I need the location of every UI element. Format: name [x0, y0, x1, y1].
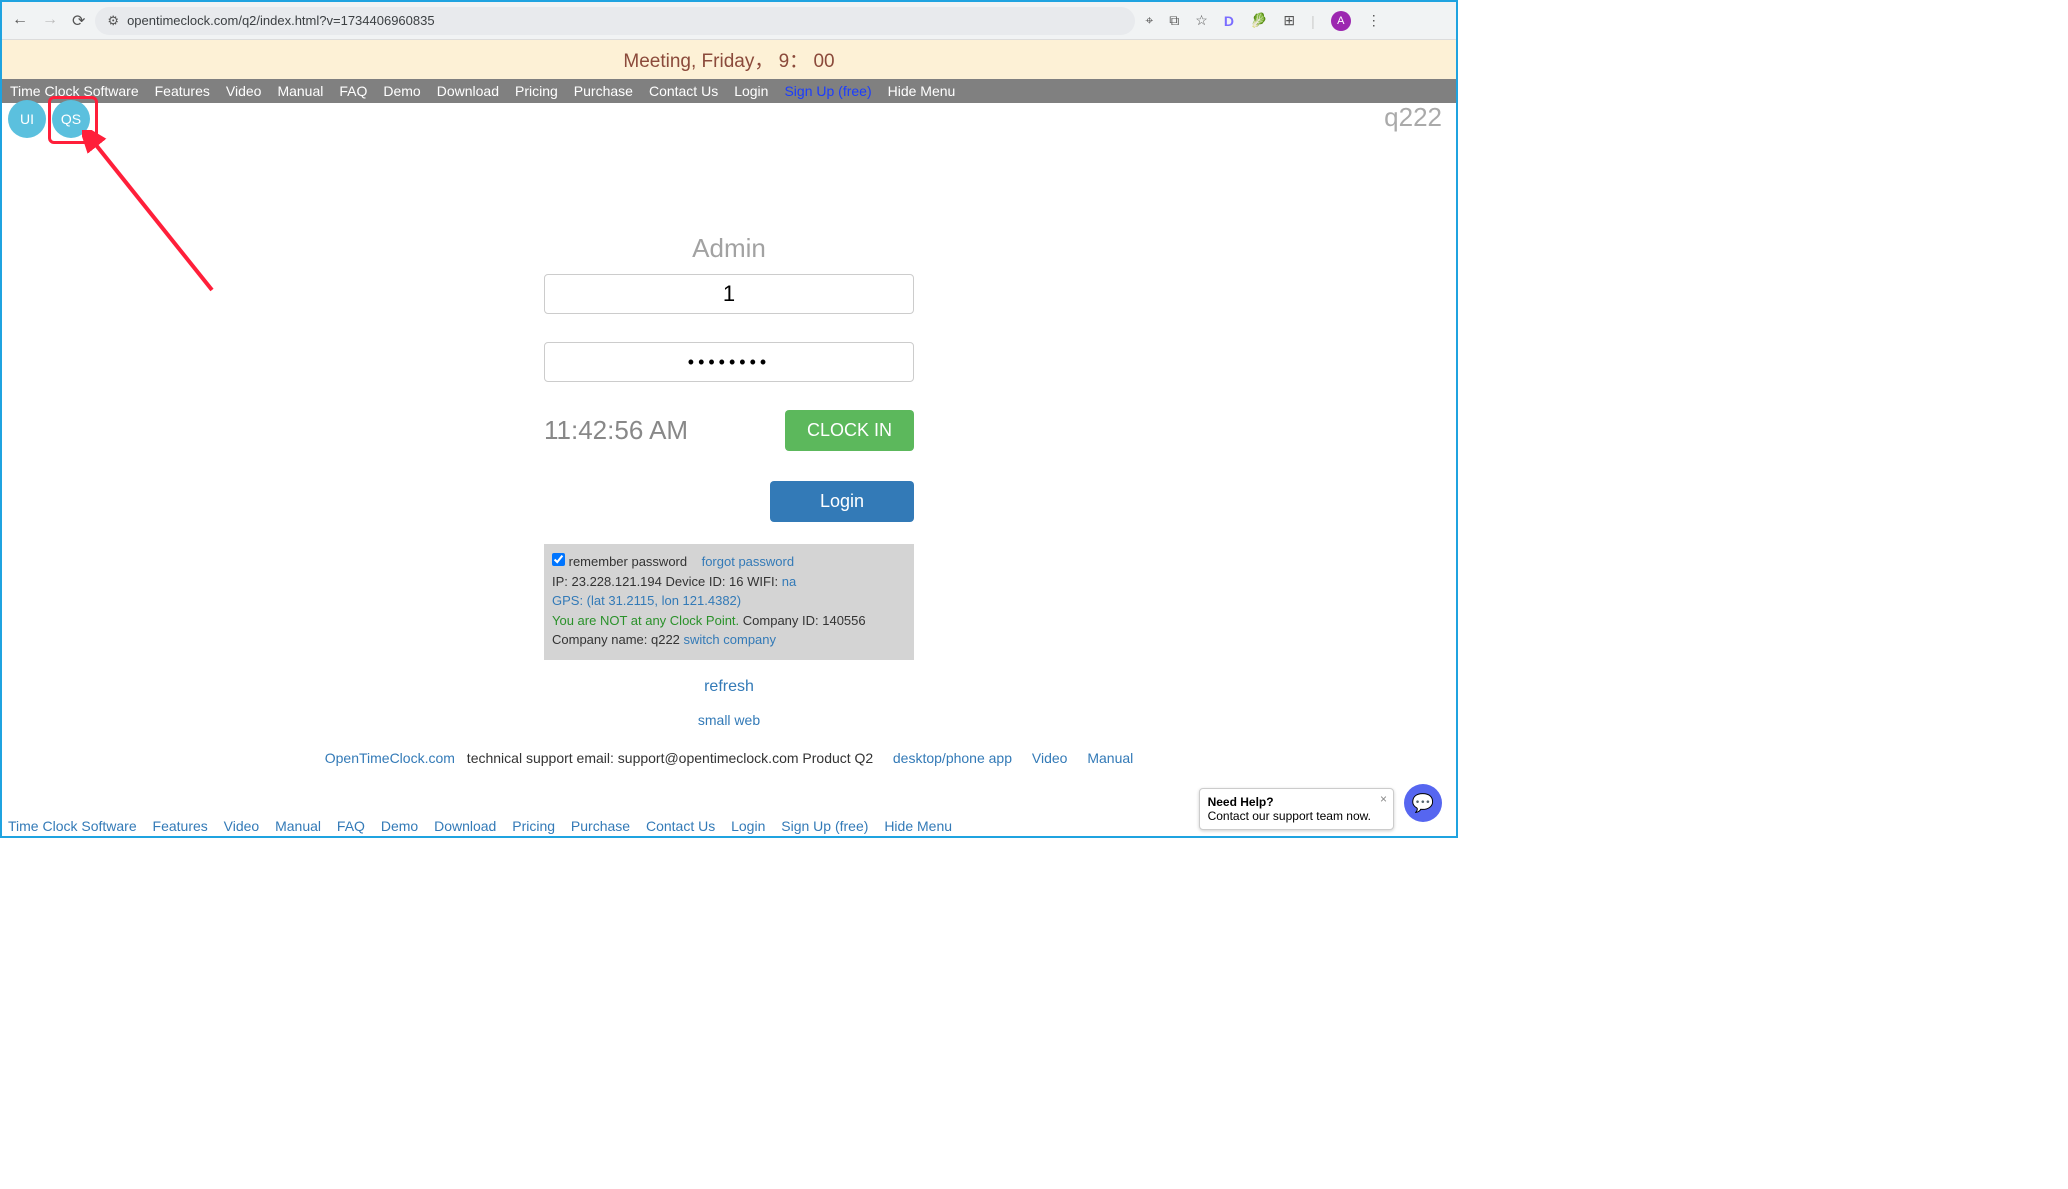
bm-contact-us[interactable]: Contact Us	[646, 818, 715, 834]
ip-device-line: IP: 23.228.121.194 Device ID: 16 WIFI:	[552, 574, 782, 589]
forgot-password-link[interactable]: forgot password	[702, 554, 795, 569]
menu-hide[interactable]: Hide Menu	[888, 83, 956, 99]
bm-video[interactable]: Video	[224, 818, 260, 834]
profile-avatar[interactable]: A	[1331, 11, 1351, 31]
otc-link[interactable]: OpenTimeClock.com	[325, 750, 455, 766]
menu-login[interactable]: Login	[734, 83, 768, 99]
ext-d-icon[interactable]: D	[1224, 13, 1234, 29]
small-web-link[interactable]: small web	[698, 712, 760, 728]
menu-faq[interactable]: FAQ	[339, 83, 367, 99]
star-icon[interactable]: ☆	[1195, 12, 1208, 29]
small-web-row: small web	[2, 712, 1456, 730]
menu-pricing[interactable]: Pricing	[515, 83, 558, 99]
menu-sign-up[interactable]: Sign Up (free)	[784, 83, 871, 99]
bm-time-clock-software[interactable]: Time Clock Software	[8, 818, 137, 834]
menu-features[interactable]: Features	[155, 83, 210, 99]
bm-manual[interactable]: Manual	[275, 818, 321, 834]
back-icon[interactable]: ←	[12, 11, 28, 31]
remember-password-label[interactable]: remember password	[552, 554, 691, 569]
address-bar[interactable]: ⚙ opentimeclock.com/q2/index.html?v=1734…	[95, 7, 1135, 35]
ext-leaf-icon[interactable]: 🥬	[1250, 12, 1267, 29]
switch-company-link[interactable]: switch company	[684, 632, 776, 647]
forward-icon[interactable]: →	[42, 11, 58, 31]
url-text: opentimeclock.com/q2/index.html?v=173440…	[127, 13, 435, 28]
help-popup[interactable]: × Need Help? Contact our support team no…	[1199, 788, 1394, 830]
help-title: Need Help?	[1208, 795, 1371, 809]
menu-purchase[interactable]: Purchase	[574, 83, 633, 99]
bm-sign-up[interactable]: Sign Up (free)	[781, 818, 868, 834]
bm-login[interactable]: Login	[731, 818, 765, 834]
annotation-arrow-icon	[82, 130, 242, 300]
qs-highlight-box	[48, 96, 98, 144]
gps-link[interactable]: GPS: (lat 31.2115, lon 121.4382)	[552, 593, 741, 608]
remember-password-checkbox[interactable]	[552, 553, 565, 566]
bm-purchase[interactable]: Purchase	[571, 818, 630, 834]
bm-demo[interactable]: Demo	[381, 818, 418, 834]
menu-download[interactable]: Download	[437, 83, 499, 99]
browser-toolbar: ← → ⟳ ⚙ opentimeclock.com/q2/index.html?…	[2, 2, 1456, 40]
refresh-link[interactable]: refresh	[539, 678, 919, 696]
menu-manual[interactable]: Manual	[277, 83, 323, 99]
top-menu: Time Clock Software Features Video Manua…	[2, 79, 1456, 103]
wifi-na-link[interactable]: na	[782, 574, 796, 589]
clock-in-button[interactable]: CLOCK IN	[785, 410, 914, 451]
video-link[interactable]: Video	[1032, 750, 1068, 766]
install-icon[interactable]: ⧉	[1169, 12, 1179, 29]
ui-button[interactable]: UI	[8, 100, 46, 138]
company-name: Company name: q222	[552, 632, 684, 647]
help-sub: Contact our support team now.	[1208, 809, 1371, 823]
corner-brand: q222	[1384, 102, 1442, 133]
username-input[interactable]	[544, 274, 914, 314]
menu-video[interactable]: Video	[226, 83, 262, 99]
clock-point-warning: You are NOT at any Clock Point.	[552, 613, 739, 628]
password-input[interactable]	[544, 342, 914, 382]
login-panel: Admin 11:42:56 AM CLOCK IN Login remembe…	[539, 103, 919, 696]
bm-faq[interactable]: FAQ	[337, 818, 365, 834]
bm-hide-menu[interactable]: Hide Menu	[884, 818, 952, 834]
reload-icon[interactable]: ⟳	[72, 11, 85, 31]
manual-link[interactable]: Manual	[1087, 750, 1133, 766]
location-icon[interactable]: ⌖	[1145, 12, 1153, 29]
support-line: OpenTimeClock.com technical support emai…	[2, 750, 1456, 766]
login-button[interactable]: Login	[770, 481, 914, 522]
bottom-menu: Time Clock Software Features Video Manua…	[8, 818, 964, 834]
desktop-app-link[interactable]: desktop/phone app	[893, 750, 1012, 766]
current-time: 11:42:56 AM	[544, 415, 688, 446]
meeting-banner: Meeting, Friday， 9： 00	[2, 40, 1456, 79]
bm-features[interactable]: Features	[153, 818, 208, 834]
company-id: Company ID: 140556	[739, 613, 865, 628]
chat-bubble-icon[interactable]: 💬	[1404, 784, 1442, 822]
menu-contact-us[interactable]: Contact Us	[649, 83, 718, 99]
extensions-icon[interactable]: ⊞	[1283, 12, 1295, 29]
support-text: technical support email: support@opentim…	[463, 750, 873, 766]
bm-pricing[interactable]: Pricing	[512, 818, 555, 834]
toolbar-right: ⌖ ⧉ ☆ D 🥬 ⊞ | A ⋮	[1145, 11, 1386, 31]
info-box: remember password forgot password IP: 23…	[544, 544, 914, 660]
close-icon[interactable]: ×	[1380, 792, 1387, 806]
time-row: 11:42:56 AM CLOCK IN	[544, 410, 914, 451]
bm-download[interactable]: Download	[434, 818, 496, 834]
login-title: Admin	[539, 233, 919, 264]
nav-arrows: ← → ⟳	[8, 11, 85, 31]
site-info-icon[interactable]: ⚙	[107, 13, 119, 29]
kebab-menu-icon[interactable]: ⋮	[1367, 12, 1381, 29]
menu-demo[interactable]: Demo	[383, 83, 420, 99]
